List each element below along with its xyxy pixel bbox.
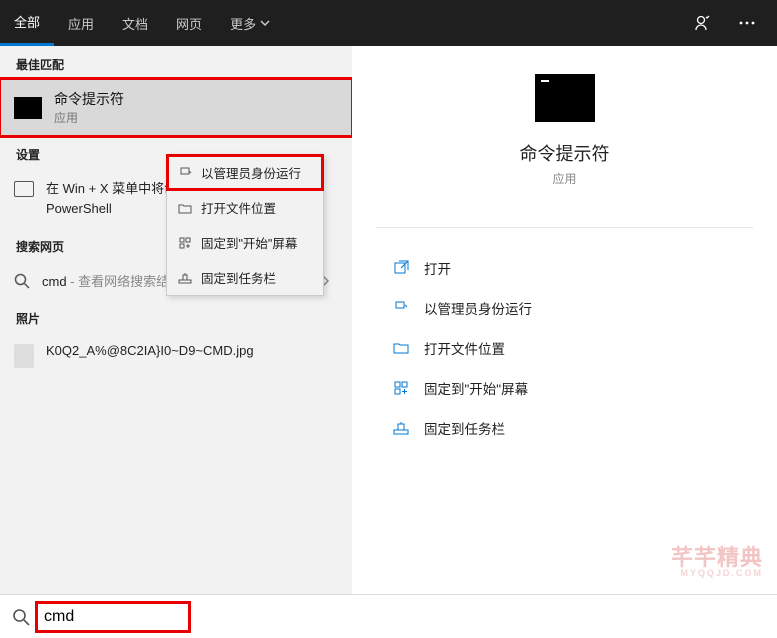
search-input-wrapper bbox=[38, 604, 188, 630]
action-open-location[interactable]: 打开文件位置 bbox=[392, 328, 737, 368]
action-pin-start-label: 固定到"开始"屏幕 bbox=[424, 378, 528, 398]
tab-more[interactable]: 更多 bbox=[216, 0, 284, 46]
divider bbox=[376, 227, 753, 228]
feedback-icon[interactable] bbox=[683, 3, 723, 43]
context-menu: 以管理员身份运行 打开文件位置 固定到"开始"屏幕 固定到任务栏 bbox=[166, 154, 324, 296]
filter-tabs: 全部 应用 文档 网页 更多 bbox=[0, 0, 284, 46]
more-options-icon[interactable] bbox=[727, 3, 767, 43]
best-match-subtitle: 应用 bbox=[54, 109, 124, 126]
ctx-run-as-admin[interactable]: 以管理员身份运行 bbox=[167, 155, 323, 190]
tab-apps[interactable]: 应用 bbox=[54, 0, 108, 46]
best-match-title: 命令提示符 bbox=[54, 89, 124, 109]
tab-web[interactable]: 网页 bbox=[162, 0, 216, 46]
ctx-open-location[interactable]: 打开文件位置 bbox=[167, 190, 323, 225]
search-icon bbox=[8, 608, 34, 626]
search-input[interactable] bbox=[44, 608, 182, 626]
shield-icon bbox=[392, 300, 410, 316]
more-label: 更多 bbox=[230, 14, 256, 33]
ctx-pin-start-label: 固定到"开始"屏幕 bbox=[201, 233, 297, 252]
action-run-admin-label: 以管理员身份运行 bbox=[424, 298, 532, 318]
best-match-label: 最佳匹配 bbox=[0, 46, 352, 79]
ctx-run-admin-label: 以管理员身份运行 bbox=[201, 163, 301, 182]
tab-documents[interactable]: 文档 bbox=[108, 0, 162, 46]
photos-label: 照片 bbox=[0, 300, 352, 333]
preview-actions: 打开 以管理员身份运行 打开文件位置 固定到"开始"屏幕 固定到任务栏 bbox=[352, 248, 777, 448]
action-open[interactable]: 打开 bbox=[392, 248, 737, 288]
web-desc: - 查看网络搜索结果 bbox=[67, 274, 183, 289]
ctx-pin-taskbar-label: 固定到任务栏 bbox=[201, 268, 276, 287]
search-bar bbox=[0, 594, 777, 638]
ctx-open-location-label: 打开文件位置 bbox=[201, 198, 276, 217]
tab-all[interactable]: 全部 bbox=[0, 0, 54, 46]
open-icon bbox=[392, 260, 410, 276]
preview-title: 命令提示符 bbox=[520, 140, 610, 166]
ctx-pin-taskbar[interactable]: 固定到任务栏 bbox=[167, 260, 323, 295]
pin-taskbar-icon bbox=[392, 420, 410, 436]
action-run-admin[interactable]: 以管理员身份运行 bbox=[392, 288, 737, 328]
pin-taskbar-icon bbox=[177, 271, 193, 285]
action-pin-taskbar-label: 固定到任务栏 bbox=[424, 418, 505, 438]
action-pin-taskbar[interactable]: 固定到任务栏 bbox=[392, 408, 737, 448]
action-pin-start[interactable]: 固定到"开始"屏幕 bbox=[392, 368, 737, 408]
file-icon bbox=[14, 344, 34, 368]
preview-app-icon bbox=[535, 74, 595, 122]
action-open-label: 打开 bbox=[424, 258, 451, 278]
pin-start-icon bbox=[392, 380, 410, 396]
action-open-location-label: 打开文件位置 bbox=[424, 338, 505, 358]
ctx-pin-start[interactable]: 固定到"开始"屏幕 bbox=[167, 225, 323, 260]
pin-start-icon bbox=[177, 236, 193, 250]
folder-icon bbox=[177, 201, 193, 215]
header-actions bbox=[683, 3, 777, 43]
photo-result[interactable]: K0Q2_A%@8C2IA}I0~D9~CMD.jpg bbox=[0, 333, 352, 376]
cmd-icon bbox=[14, 97, 42, 119]
settings-item-icon bbox=[14, 181, 34, 197]
web-query: cmd bbox=[42, 274, 67, 289]
preview-subtitle: 应用 bbox=[552, 170, 576, 187]
photo-filename: K0Q2_A%@8C2IA}I0~D9~CMD.jpg bbox=[46, 341, 254, 361]
preview-panel: 命令提示符 应用 打开 以管理员身份运行 打开文件位置 固定到"开始"屏幕 bbox=[352, 46, 777, 594]
shield-icon bbox=[177, 166, 193, 180]
search-icon bbox=[14, 273, 30, 289]
best-match-result[interactable]: 命令提示符 应用 bbox=[0, 79, 352, 136]
search-header: 全部 应用 文档 网页 更多 bbox=[0, 0, 777, 46]
folder-icon bbox=[392, 340, 410, 356]
results-panel: 最佳匹配 命令提示符 应用 设置 在 Win + X 菜单中将命令提示符替换为 … bbox=[0, 46, 352, 594]
